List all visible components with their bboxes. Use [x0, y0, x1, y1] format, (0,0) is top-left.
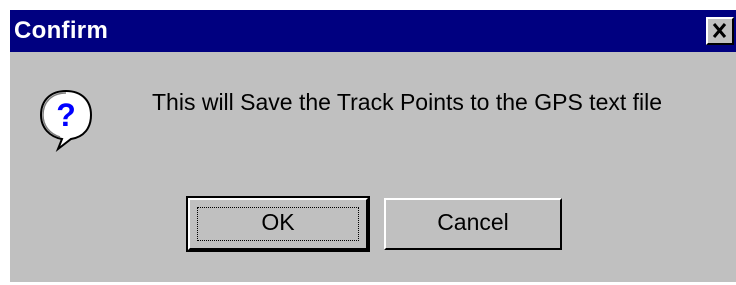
ok-button-label: OK [261, 209, 295, 235]
cancel-button[interactable]: Cancel [384, 198, 562, 250]
question-mark-glyph: ? [56, 97, 76, 133]
title-bar[interactable]: Confirm [10, 10, 736, 52]
cancel-button-label: Cancel [437, 209, 509, 235]
ok-button[interactable]: OK [186, 196, 370, 252]
confirm-message: This will Save the Track Points to the G… [152, 89, 663, 115]
dialog-title: Confirm [14, 17, 109, 44]
close-button[interactable] [706, 17, 734, 45]
confirm-dialog: Confirm ? This will Save the Track Point… [10, 10, 736, 282]
question-balloon-icon: ? [39, 89, 93, 152]
close-x-icon [712, 23, 727, 38]
